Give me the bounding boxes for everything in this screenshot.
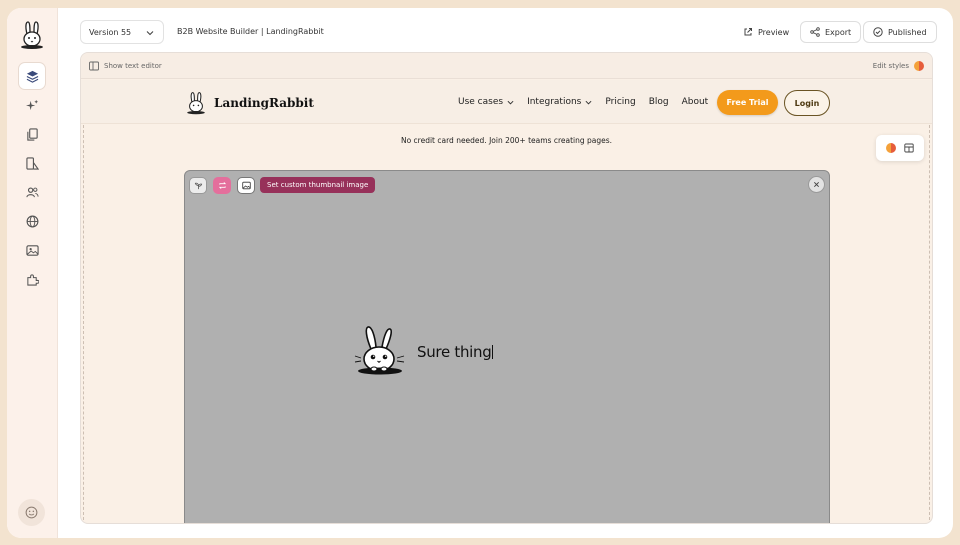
replace-video-button[interactable] bbox=[213, 177, 231, 194]
site-navbar: LandingRabbit Use cases Integrations Pri… bbox=[81, 80, 932, 124]
repeat-icon bbox=[218, 182, 226, 189]
sprout-icon bbox=[194, 182, 202, 190]
version-label: Version 55 bbox=[89, 27, 132, 37]
layout-icon[interactable] bbox=[904, 143, 914, 153]
nav-label: Blog bbox=[648, 97, 669, 107]
thumbnail-button[interactable] bbox=[237, 177, 255, 194]
close-video-button[interactable] bbox=[808, 176, 825, 193]
image-icon bbox=[241, 181, 251, 190]
free-trial-button[interactable]: Free Trial bbox=[717, 90, 778, 115]
sparkles-icon bbox=[25, 99, 38, 110]
sidebar-item-team[interactable] bbox=[19, 179, 45, 205]
login-button[interactable]: Login bbox=[784, 90, 830, 116]
feedback-button[interactable] bbox=[18, 499, 45, 526]
document-title: B2B Website Builder | LandingRabbit bbox=[177, 27, 324, 36]
show-text-editor-toggle[interactable]: Show text editor bbox=[89, 61, 162, 71]
editor-canvas: Show text editor Edit styles LandingRabb… bbox=[80, 52, 933, 524]
video-caption-text: Sure thing bbox=[417, 343, 492, 361]
puzzle-icon bbox=[26, 273, 39, 286]
users-icon bbox=[25, 186, 39, 197]
globe-icon bbox=[26, 215, 38, 227]
shapes-icon bbox=[25, 156, 39, 170]
smile-icon bbox=[25, 506, 38, 519]
site-brand[interactable]: LandingRabbit bbox=[183, 91, 314, 115]
image-icon bbox=[25, 244, 39, 256]
share-icon bbox=[810, 27, 820, 37]
external-link-icon bbox=[744, 28, 752, 36]
nav-label: Use cases bbox=[458, 97, 504, 107]
preview-label: Preview bbox=[758, 27, 790, 37]
preview-button[interactable]: Preview bbox=[734, 21, 799, 43]
rabbit-logo-icon[interactable] bbox=[17, 20, 47, 50]
close-icon bbox=[813, 181, 820, 188]
show-text-editor-label: Show text editor bbox=[104, 62, 162, 70]
edit-styles-label: Edit styles bbox=[872, 62, 909, 70]
nav-label: Integrations bbox=[527, 97, 582, 107]
section-tools bbox=[876, 135, 924, 161]
panel-icon bbox=[89, 61, 99, 71]
site-nav-links: Use cases Integrations Pricing Blog Abou… bbox=[458, 97, 708, 107]
text-cursor bbox=[492, 345, 494, 359]
nav-item-use-cases[interactable]: Use cases bbox=[458, 97, 514, 107]
nav-label: Pricing bbox=[605, 97, 636, 107]
app-window: Version 55 B2B Website Builder | Landing… bbox=[7, 8, 953, 538]
sidebar-item-media[interactable] bbox=[19, 237, 45, 263]
ai-tool-button[interactable] bbox=[189, 177, 207, 194]
sidebar-item-pages[interactable] bbox=[19, 121, 45, 147]
chevron-down-icon bbox=[146, 31, 154, 36]
rabbit-mascot-icon bbox=[354, 326, 405, 375]
video-block[interactable]: Set custom thumbnail image Sure thing bbox=[184, 170, 830, 523]
palette-swatch-icon[interactable] bbox=[886, 143, 896, 153]
nav-item-integrations[interactable]: Integrations bbox=[527, 97, 592, 107]
sidebar-item-ai[interactable] bbox=[19, 92, 45, 118]
chevron-down-icon bbox=[507, 100, 514, 104]
nav-item-about[interactable]: About bbox=[682, 97, 709, 107]
sidebar-item-design[interactable] bbox=[19, 150, 45, 176]
pages-icon bbox=[26, 127, 38, 141]
rabbit-logo-icon bbox=[187, 92, 205, 115]
export-button[interactable]: Export bbox=[800, 21, 862, 43]
palette-swatch-icon bbox=[914, 61, 924, 71]
published-label: Published bbox=[888, 27, 927, 37]
check-circle-icon bbox=[873, 27, 883, 37]
brand-name: LandingRabbit bbox=[214, 96, 314, 110]
nav-item-blog[interactable]: Blog bbox=[649, 97, 669, 107]
left-sidebar bbox=[7, 8, 58, 538]
thumbnail-tooltip: Set custom thumbnail image bbox=[260, 177, 376, 193]
canvas-toolbar: Show text editor Edit styles bbox=[81, 53, 932, 79]
layers-icon bbox=[26, 70, 38, 83]
no-credit-card-note: No credit card needed. Join 200+ teams c… bbox=[400, 136, 613, 145]
nav-item-pricing[interactable]: Pricing bbox=[605, 97, 635, 107]
export-label: Export bbox=[825, 27, 852, 37]
sidebar-item-domain[interactable] bbox=[19, 208, 45, 234]
sidebar-item-integrations[interactable] bbox=[19, 266, 45, 292]
sidebar-item-layers[interactable] bbox=[19, 63, 45, 89]
version-select[interactable]: Version 55 bbox=[80, 20, 164, 44]
video-caption: Sure thing bbox=[417, 343, 494, 361]
chevron-down-icon bbox=[585, 100, 592, 104]
nav-label: About bbox=[681, 97, 709, 107]
edit-styles-button[interactable]: Edit styles bbox=[873, 61, 924, 71]
published-button[interactable]: Published bbox=[863, 21, 937, 43]
